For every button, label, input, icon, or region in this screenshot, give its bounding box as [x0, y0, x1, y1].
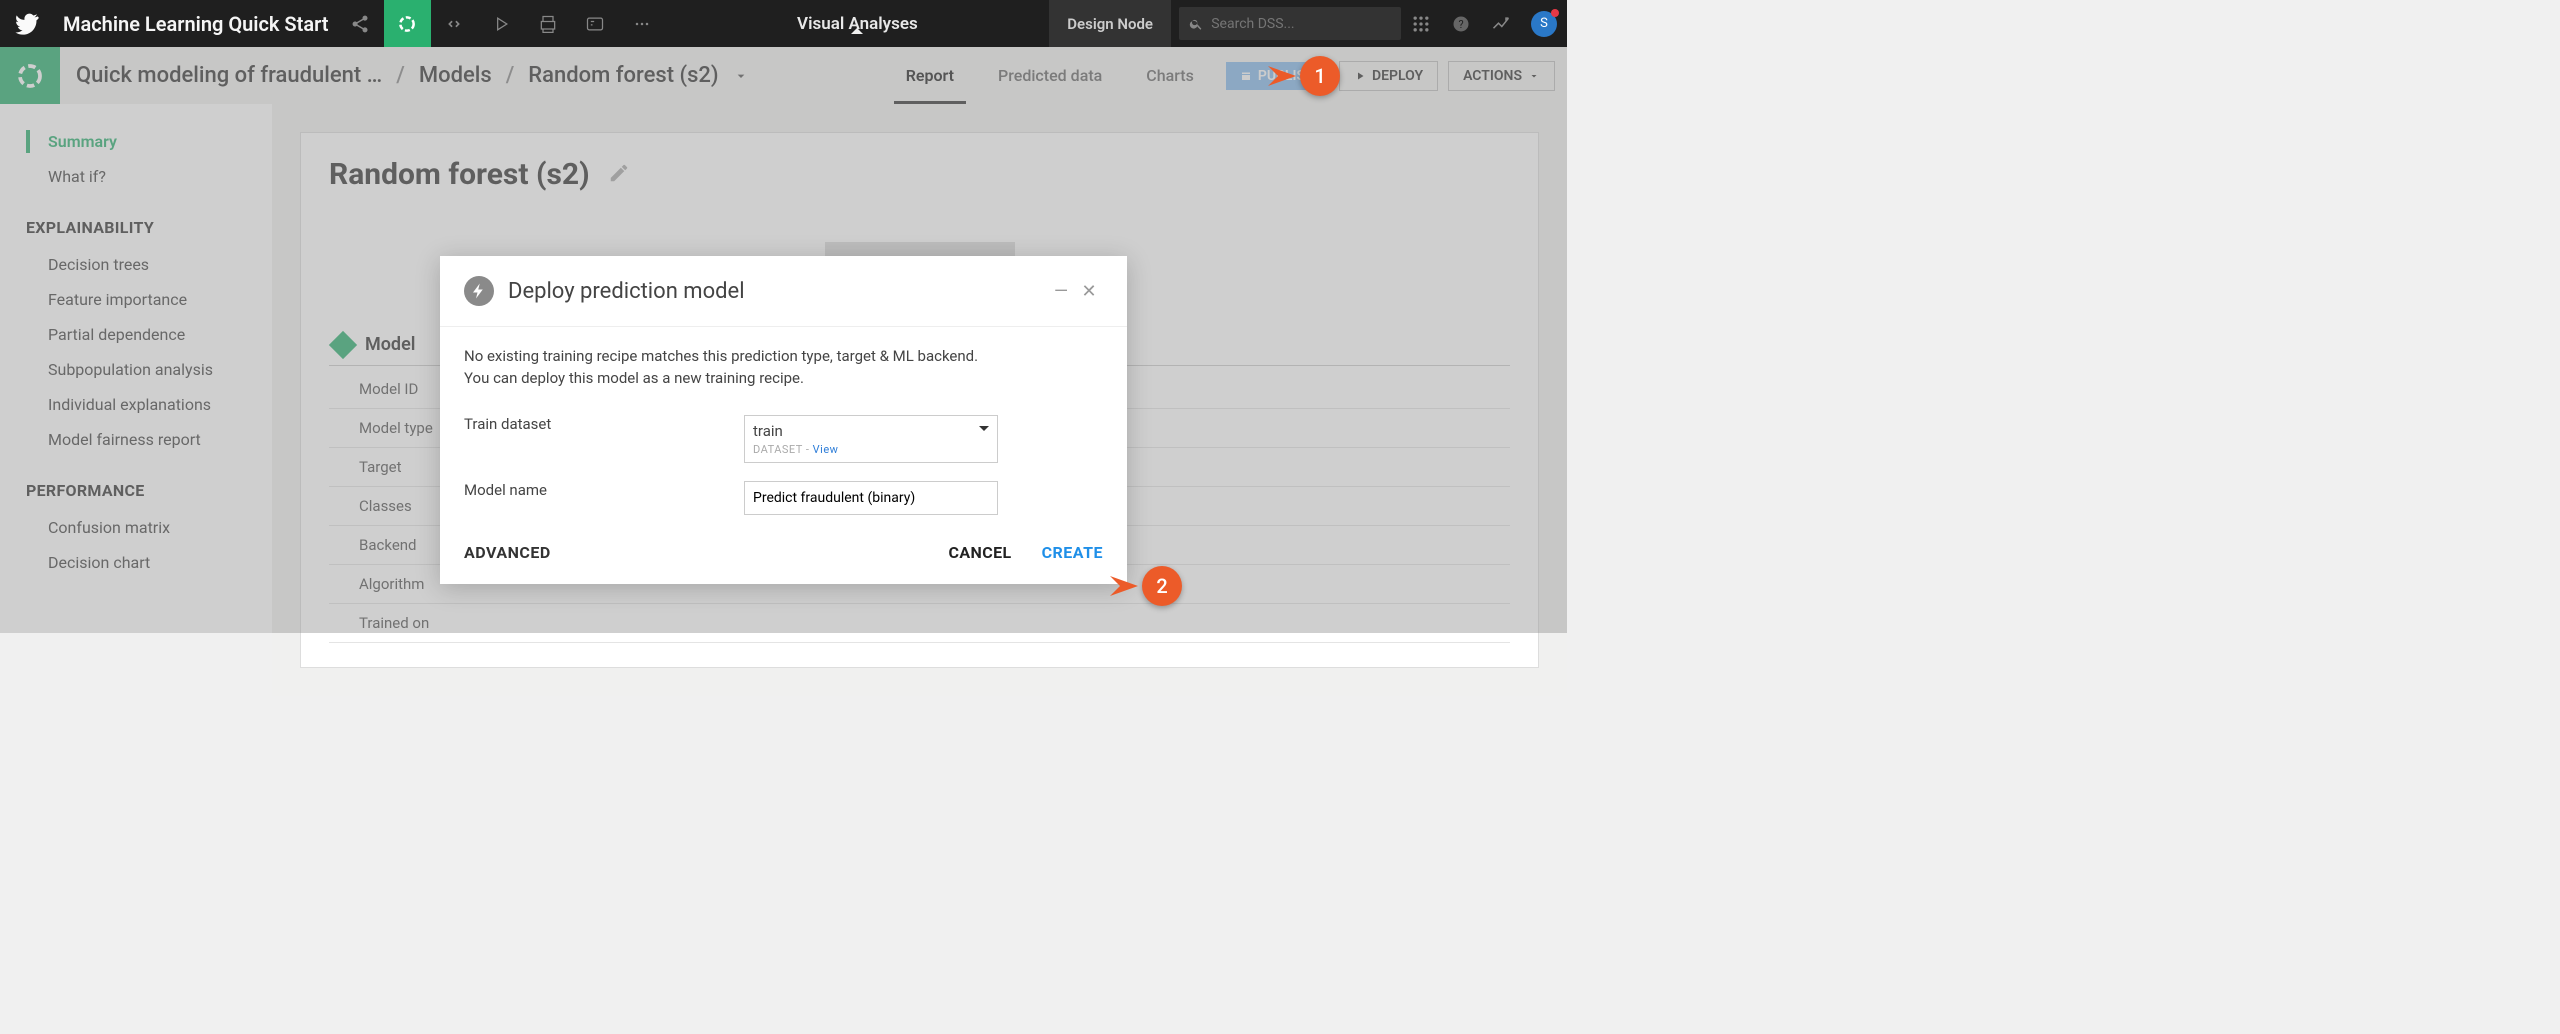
minimize-button[interactable]: — — [1047, 281, 1075, 302]
close-button[interactable]: ✕ — [1075, 281, 1103, 302]
top-tab-visual-analyses[interactable]: Visual Analyses — [666, 14, 1050, 34]
modal-msg1: No existing training recipe matches this… — [464, 347, 1103, 365]
apps-icon[interactable] — [1401, 14, 1441, 34]
share-icon[interactable] — [337, 0, 384, 47]
callout-2: 2 — [1126, 566, 1182, 608]
search-input[interactable] — [1211, 16, 1391, 32]
search-icon — [1189, 16, 1203, 32]
print-icon[interactable] — [525, 0, 572, 47]
svg-text:?: ? — [1458, 18, 1463, 31]
train-dataset-label: Train dataset — [464, 415, 744, 433]
code-icon[interactable] — [431, 0, 478, 47]
caret-down-icon — [979, 426, 989, 436]
modal-msg2: You can deploy this model as a new train… — [464, 369, 1103, 387]
model-name-label: Model name — [464, 481, 744, 499]
play-icon[interactable] — [478, 0, 525, 47]
search-box[interactable] — [1179, 7, 1401, 40]
activity-icon[interactable] — [1481, 14, 1521, 34]
cancel-button[interactable]: CANCEL — [949, 543, 1012, 562]
train-dataset-value: train — [753, 422, 989, 440]
modal-title: Deploy prediction model — [508, 279, 1047, 304]
model-name-input[interactable] — [744, 481, 998, 515]
deploy-modal-icon — [464, 276, 494, 306]
more-icon[interactable] — [619, 0, 666, 47]
deploy-modal: Deploy prediction model — ✕ No existing … — [440, 256, 1127, 584]
project-name[interactable]: Machine Learning Quick Start — [55, 12, 337, 36]
create-button[interactable]: CREATE — [1042, 543, 1103, 562]
flow-icon[interactable] — [384, 0, 431, 47]
dashboard-icon[interactable] — [572, 0, 619, 47]
design-node-label[interactable]: Design Node — [1049, 0, 1171, 47]
callout-1: 1 — [1284, 56, 1340, 98]
advanced-button[interactable]: ADVANCED — [464, 543, 551, 562]
help-icon[interactable]: ? — [1441, 14, 1481, 34]
train-dataset-select[interactable]: train DATASET - View — [744, 415, 998, 463]
user-avatar[interactable]: S — [1531, 11, 1557, 37]
app-logo[interactable] — [0, 11, 55, 37]
view-dataset-link[interactable]: View — [813, 443, 839, 456]
